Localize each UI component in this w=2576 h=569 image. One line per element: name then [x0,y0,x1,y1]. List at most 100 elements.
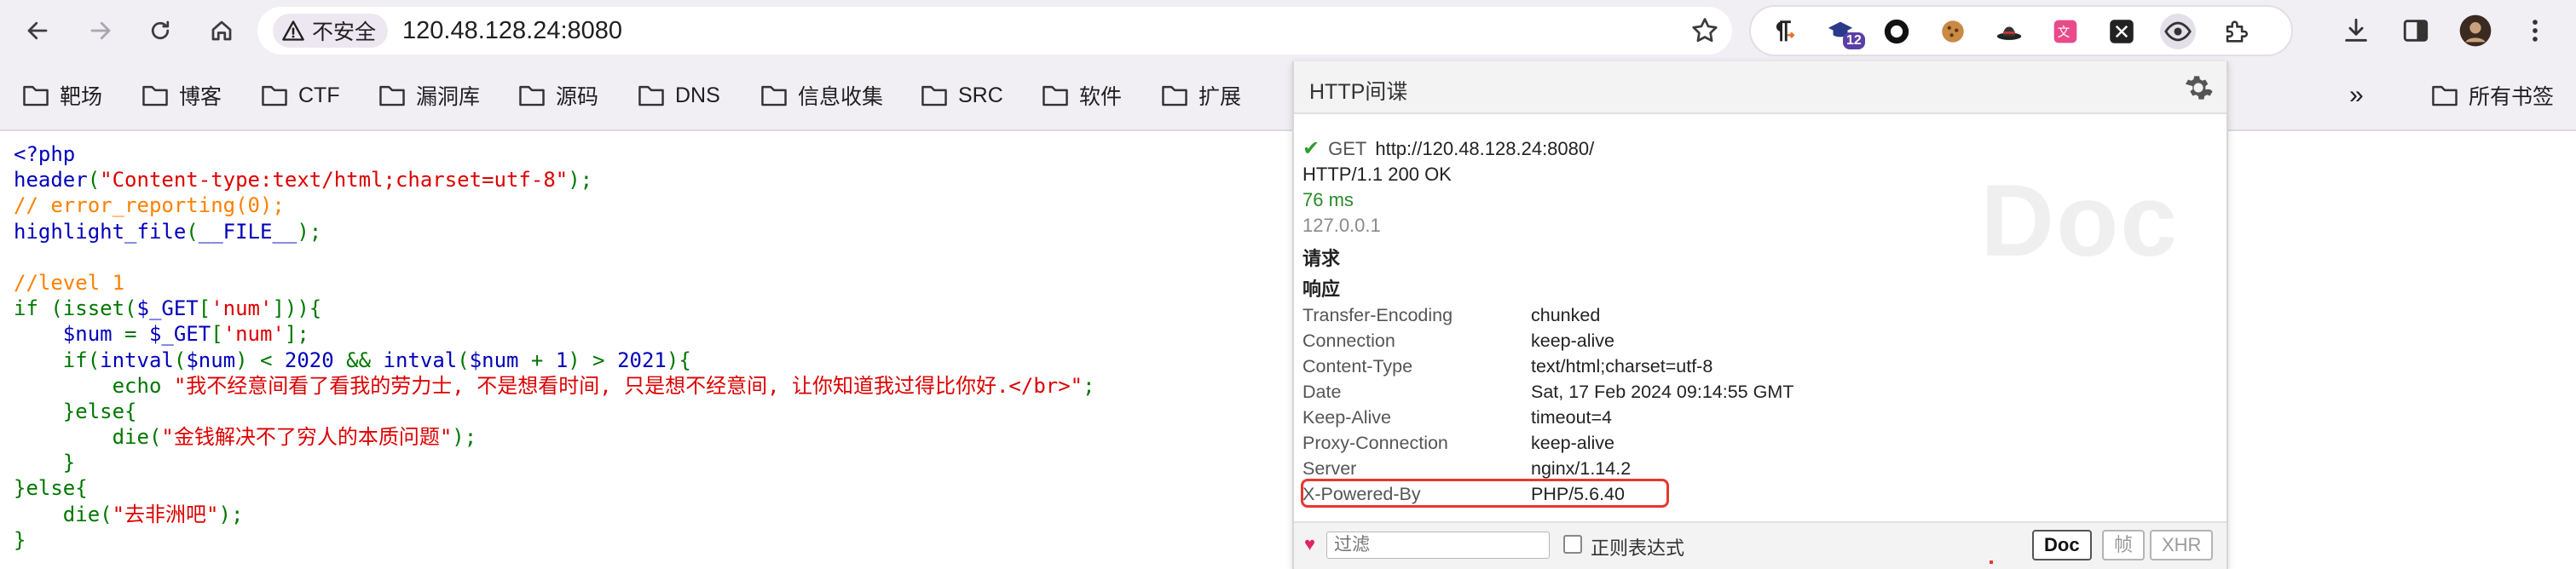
extension-badge: 12 [1843,32,1865,49]
reload-button[interactable] [142,12,179,49]
translate-icon: 文 [2053,20,2077,43]
code-token: $num [62,322,125,347]
code-token: die( [14,425,162,450]
request-section-toggle[interactable]: 请求 [1302,244,1340,271]
translate-extension[interactable]: 文 [2048,14,2083,49]
bookmark-folder[interactable]: 信息收集 [760,78,883,112]
bookmark-folder[interactable]: SRC [921,78,1003,112]
folder-icon [379,85,405,106]
gear-icon[interactable] [2182,72,2215,104]
filter-input[interactable] [1326,532,1550,559]
header-name: Server [1302,458,1357,479]
doc-watermark: Doc [1980,164,2179,278]
http-spy-extension[interactable] [2160,14,2196,49]
header-name: Connection [1302,330,1395,351]
browser-menu-button[interactable] [2516,12,2554,49]
code-token: ); [568,168,593,193]
code-line: } [14,450,1095,475]
bookmark-label: SRC [958,83,1003,107]
side-panel-icon [2403,20,2429,42]
more-vertical-icon [2533,20,2538,42]
url-text[interactable]: 120.48.128.24:8080 [402,17,622,45]
security-label: 不安全 [312,20,377,44]
side-panel-button[interactable] [2397,12,2434,49]
bookmark-label: 软件 [1079,85,1123,109]
folder-icon [638,85,664,106]
bookmark-folder[interactable]: 博客 [142,78,222,112]
header-value: text/html;charset=utf-8 [1531,356,1713,376]
bookmark-folder[interactable]: CTF [261,78,340,112]
code-line: if(intval($num) < 2020 && intval($num + … [14,348,1095,373]
xhr-filter-button[interactable]: XHR [2150,530,2214,560]
panel-header: HTTP间谍 [1294,61,2227,114]
graduation-extension[interactable]: 12 [1822,14,1865,49]
hat-extension[interactable] [1991,14,2027,49]
code-token: if( [14,348,101,372]
extensions-strip: 12 文 [1749,5,2293,56]
code-token: header [14,168,88,193]
bookmark-folder[interactable]: 源码 [518,78,598,112]
code-token: $num [469,348,531,372]
code-token: ( [173,348,187,372]
code-line: //level 1 [14,270,1095,296]
code-token: + [530,348,556,372]
code-token: 2021 [617,348,667,372]
code-token: "去非洲吧" [112,502,219,526]
bookmark-folder[interactable]: DNS [638,78,720,112]
code-token: ); [452,425,477,450]
bookmark-folder[interactable]: 靶场 [22,78,102,112]
request-url[interactable]: http://120.48.128.24:8080/ [1375,138,1594,160]
bookmark-folder[interactable]: 漏洞库 [378,78,480,112]
code-line: <?php [14,141,1095,167]
header-value: timeout=4 [1531,407,1613,428]
heart-icon[interactable]: ♥ [1304,533,1315,555]
header-name: Keep-Alive [1302,407,1391,428]
doc-filter-button[interactable]: Doc [2032,530,2092,560]
regex-checkbox[interactable] [1563,535,1582,554]
frame-filter-button[interactable]: 帧 [2102,530,2146,560]
back-button[interactable] [19,12,56,49]
bookmark-label: DNS [675,83,720,107]
response-section-toggle[interactable]: 响应 [1302,274,1340,302]
all-bookmarks-button[interactable]: 所有书签 [2431,78,2554,112]
code-line: }else{ [14,399,1095,424]
highlight-annotation [1301,479,1669,508]
cookie-extension[interactable] [1935,14,1971,49]
forward-arrow-icon [90,21,111,40]
folder-icon [1162,85,1187,106]
checkmark-icon: ✔ [1302,137,1320,160]
code-token: ){ [666,348,691,372]
header-value: nginx/1.14.2 [1531,458,1632,479]
bookmarks-overflow-button[interactable]: » [2349,78,2364,112]
header-value: Sat, 17 Feb 2024 09:14:55 GMT [1531,382,1794,402]
folder-icon [921,85,947,106]
pilcrow-extension[interactable] [1765,14,1800,49]
response-time: 76 ms [1302,189,1354,210]
record-extension[interactable] [1879,14,1915,49]
code-token: ); [297,219,322,244]
address-bar[interactable]: 不安全 120.48.128.24:8080 [257,7,1732,55]
bookmark-folder[interactable]: 扩展 [1161,78,1241,112]
extensions-menu-button[interactable] [2218,14,2254,49]
profile-button[interactable] [2457,12,2494,49]
code-token: highlight_file [14,219,187,244]
svg-text:文: 文 [2058,25,2071,39]
code-line: }else{ [14,475,1095,501]
forward-button[interactable] [82,12,119,49]
code-token: die( [14,502,113,526]
code-token: $_GET [136,296,199,321]
x-extension[interactable] [2104,14,2140,49]
code-token: "Content-type:text/html;charset=utf-8" [100,168,569,193]
panel-title: HTTP间谍 [1309,80,1408,104]
folder-icon [23,85,49,106]
download-icon [2345,18,2367,42]
home-icon [211,20,232,41]
bookmark-folder[interactable]: 软件 [1042,78,1122,112]
code-token: ]; [284,322,309,347]
browser-toolbar: 不安全 120.48.128.24:8080 12 文 [0,0,2576,61]
bookmark-star-icon[interactable] [1689,15,1720,46]
code-token: "我不经意间看了看我的劳力士, 不是想看时间, 只是想不经意间, 让你知道我过得… [173,373,1083,398]
site-security-chip[interactable]: 不安全 [273,14,389,48]
home-button[interactable] [203,12,240,49]
downloads-button[interactable] [2337,12,2375,49]
